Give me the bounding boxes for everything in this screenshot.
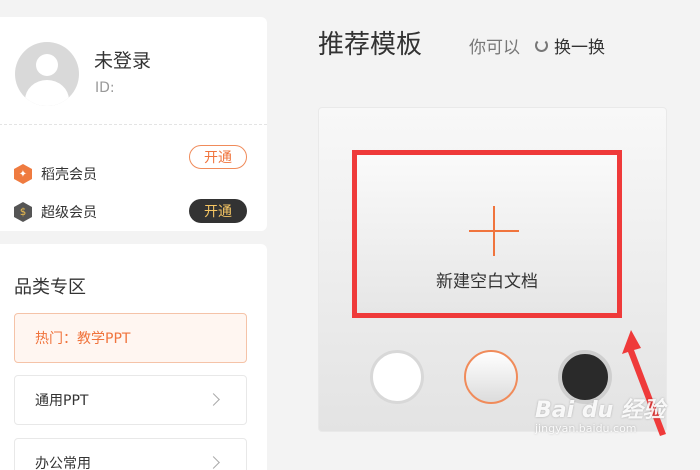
hint-text: 你可以 bbox=[469, 38, 520, 58]
divider bbox=[0, 124, 267, 125]
category-item-general-ppt[interactable]: 通用PPT bbox=[14, 375, 247, 425]
daoke-vip-label: 稻壳会员 bbox=[41, 167, 97, 183]
super-vip-open-button[interactable]: 开通 bbox=[189, 199, 247, 223]
baidu-jingyan-watermark: Bai du 经验 jingyan.baidu.com bbox=[535, 392, 665, 435]
super-vip-row: $ 超级会员 bbox=[14, 202, 97, 222]
refresh-button[interactable]: 换一换 bbox=[535, 33, 605, 58]
gray-theme-swatch[interactable] bbox=[464, 350, 518, 404]
daoke-open-button[interactable]: 开通 bbox=[189, 145, 247, 169]
category-item-label: 通用PPT bbox=[35, 393, 89, 409]
username[interactable]: 未登录 bbox=[94, 46, 151, 73]
new-blank-document-label: 新建空白文档 bbox=[436, 272, 538, 292]
category-card: 品类专区 热门：教学PPT 通用PPT 办公常用 bbox=[0, 244, 267, 470]
refresh-icon bbox=[535, 39, 548, 52]
white-theme-swatch[interactable] bbox=[370, 350, 424, 404]
refresh-label: 换一换 bbox=[554, 38, 605, 58]
new-blank-document-button[interactable]: 新建空白文档 bbox=[352, 150, 622, 318]
user-card: 未登录 ID: ✦ 稻壳会员 开通 $ 超级会员 开通 bbox=[0, 17, 267, 231]
super-vip-label: 超级会员 bbox=[41, 205, 97, 221]
category-item-label: 热门：教学PPT bbox=[35, 331, 131, 347]
category-title: 品类专区 bbox=[14, 277, 86, 298]
chevron-right-icon bbox=[207, 393, 220, 406]
daoke-vip-row: ✦ 稻壳会员 bbox=[14, 164, 97, 184]
category-item-hot-teaching-ppt[interactable]: 热门：教学PPT bbox=[14, 313, 247, 363]
super-vip-hexagon-icon: $ bbox=[14, 202, 32, 222]
avatar[interactable] bbox=[15, 42, 79, 106]
category-item-office[interactable]: 办公常用 bbox=[14, 438, 247, 470]
daoke-hexagon-icon: ✦ bbox=[14, 164, 32, 184]
chevron-right-icon bbox=[207, 456, 220, 469]
recommended-templates-title: 推荐模板 bbox=[318, 30, 423, 60]
watermark-brand: Bai du 经验 bbox=[535, 398, 665, 423]
category-item-label: 办公常用 bbox=[35, 456, 91, 470]
plus-icon-vertical bbox=[493, 206, 495, 256]
watermark-url: jingyan.baidu.com bbox=[535, 422, 637, 435]
user-id-label: ID: bbox=[95, 80, 115, 96]
